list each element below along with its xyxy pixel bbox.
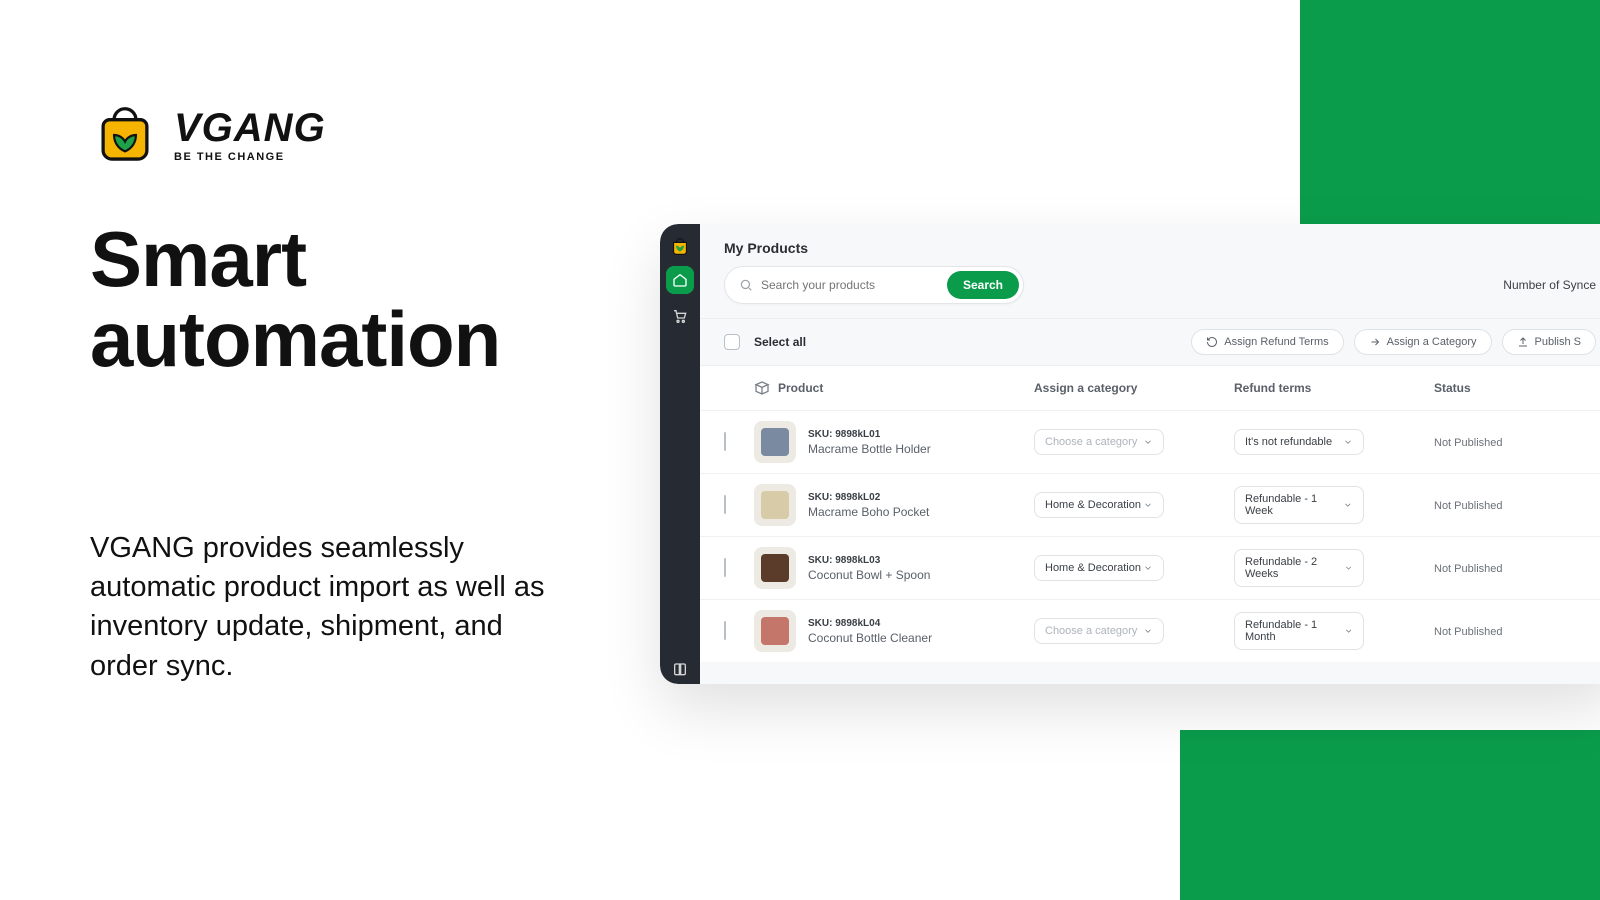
toolbar: Search Number of Synce	[700, 266, 1600, 318]
column-header-status: Status	[1434, 381, 1554, 395]
chevron-down-icon	[1344, 626, 1353, 636]
hero-section: VGANG BE THE CHANGE Smart automation VGA…	[90, 100, 560, 686]
product-sku: SKU: 9898kL03	[808, 555, 930, 566]
sidebar-logo-icon	[669, 236, 691, 258]
publish-button[interactable]: Publish S	[1502, 329, 1596, 355]
row-checkbox[interactable]	[724, 495, 726, 514]
product-thumb	[754, 610, 796, 652]
refund-terms-select[interactable]: It's not refundable	[1234, 429, 1364, 455]
brand-logo: VGANG BE THE CHANGE	[90, 100, 560, 170]
search-field[interactable]: Search	[724, 266, 1024, 304]
hero-title: Smart automation	[90, 220, 560, 379]
sidebar-nav-cart[interactable]	[666, 302, 694, 330]
chevron-down-icon	[1143, 563, 1153, 573]
chevron-down-icon	[1343, 500, 1353, 510]
table-header: Product Assign a category Refund terms S…	[700, 366, 1600, 410]
column-header-product: Product	[754, 380, 1034, 396]
product-thumb	[754, 547, 796, 589]
column-header-terms: Refund terms	[1234, 381, 1434, 395]
column-header-category: Assign a category	[1034, 381, 1234, 395]
brand-tagline: BE THE CHANGE	[174, 152, 326, 163]
chevron-down-icon	[1344, 563, 1353, 573]
status-text: Not Published	[1434, 500, 1503, 512]
chevron-down-icon	[1143, 437, 1153, 447]
assign-category-button[interactable]: Assign a Category	[1354, 329, 1492, 355]
category-select[interactable]: Home & Decoration	[1034, 492, 1164, 518]
product-sku: SKU: 9898kL04	[808, 618, 932, 629]
refund-terms-select[interactable]: Refundable - 1 Month	[1234, 612, 1364, 650]
table-body: SKU: 9898kL01 Macrame Bottle Holder Choose…	[700, 410, 1600, 662]
decorative-block-bottom	[1180, 730, 1600, 900]
product-name: Macrame Bottle Holder	[808, 442, 931, 456]
status-text: Not Published	[1434, 626, 1503, 638]
search-icon	[739, 278, 753, 292]
product-name: Macrame Boho Pocket	[808, 505, 929, 519]
main-panel: My Products Search Number of Synce Selec…	[700, 224, 1600, 684]
table-row: SKU: 9898kL04 Coconut Bottle Cleaner Choos…	[700, 599, 1600, 662]
brand-name: VGANG	[174, 108, 326, 148]
sidebar-nav-docs[interactable]	[666, 656, 694, 684]
refund-terms-select[interactable]: Refundable - 2 Weeks	[1234, 549, 1364, 587]
table-row: SKU: 9898kL02 Macrame Boho Pocket Home & D…	[700, 473, 1600, 536]
upload-icon	[1517, 336, 1529, 348]
sync-count-label: Number of Synce	[1503, 278, 1596, 292]
assign-refund-terms-button[interactable]: Assign Refund Terms	[1191, 329, 1343, 355]
select-all-label: Select all	[754, 335, 806, 349]
row-checkbox[interactable]	[724, 621, 726, 640]
product-sku: SKU: 9898kL02	[808, 492, 929, 503]
search-button[interactable]: Search	[947, 271, 1019, 299]
search-input[interactable]	[753, 272, 947, 298]
product-thumb	[754, 421, 796, 463]
table-row: SKU: 9898kL01 Macrame Bottle Holder Choose…	[700, 410, 1600, 473]
category-select[interactable]: Choose a category	[1034, 618, 1164, 644]
refund-terms-select[interactable]: Refundable - 1 Week	[1234, 486, 1364, 524]
hero-body: VGANG provides seamlessly automatic prod…	[90, 529, 560, 686]
sidebar	[660, 224, 700, 684]
decorative-block-top	[1300, 0, 1600, 224]
brand-logo-icon	[90, 100, 160, 170]
product-sku: SKU: 9898kL01	[808, 429, 931, 440]
row-checkbox[interactable]	[724, 432, 726, 451]
product-name: Coconut Bowl + Spoon	[808, 568, 930, 582]
chevron-down-icon	[1143, 626, 1153, 636]
category-select[interactable]: Choose a category	[1034, 429, 1164, 455]
chevron-down-icon	[1343, 437, 1353, 447]
table-row: SKU: 9898kL03 Coconut Bowl + Spoon Home & …	[700, 536, 1600, 599]
arrow-right-icon	[1369, 336, 1381, 348]
status-text: Not Published	[1434, 563, 1503, 575]
select-all-checkbox[interactable]	[724, 334, 740, 350]
status-text: Not Published	[1434, 437, 1503, 449]
history-icon	[1206, 336, 1218, 348]
row-checkbox[interactable]	[724, 558, 726, 577]
product-name: Coconut Bottle Cleaner	[808, 631, 932, 645]
app-window: My Products Search Number of Synce Selec…	[660, 224, 1600, 684]
category-select[interactable]: Home & Decoration	[1034, 555, 1164, 581]
chevron-down-icon	[1143, 500, 1153, 510]
sidebar-nav-home[interactable]	[666, 266, 694, 294]
bulk-actions-bar: Select all Assign Refund Terms Assign a …	[700, 318, 1600, 366]
box-icon	[754, 380, 770, 396]
product-thumb	[754, 484, 796, 526]
page-title: My Products	[700, 224, 1600, 266]
